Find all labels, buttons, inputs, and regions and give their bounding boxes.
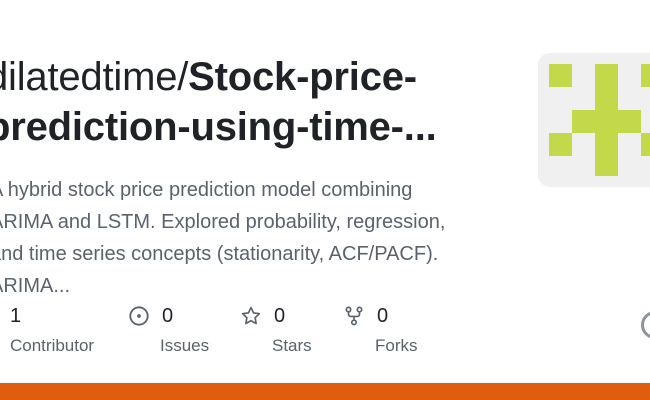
description-line: A hybrid stock price prediction model co… (0, 179, 413, 201)
contributors-count: 1 (10, 304, 22, 327)
repo-owner: dilatedtime/ (0, 55, 189, 99)
stat-stars-top: 0 (240, 300, 312, 332)
repo-title-line-1: dilatedtime/Stock-price- (0, 52, 506, 102)
avatar-pixel (595, 153, 618, 176)
language-bar (0, 383, 650, 400)
issue-opened-icon (129, 306, 149, 326)
repo-title-line-2: prediction-using-time-... (0, 105, 437, 149)
stars-label: Stars (272, 336, 312, 355)
repo-stats: 1 Contributor 0 Issues 0 Stars 0 Forks (0, 300, 650, 360)
description-line: ARIMA... (0, 275, 71, 297)
avatar-pixel (641, 133, 650, 156)
repo-title[interactable]: dilatedtime/Stock-price- prediction-usin… (0, 52, 506, 152)
star-icon (241, 306, 261, 325)
owner-avatar[interactable] (538, 53, 650, 187)
repo-description: A hybrid stock price prediction model co… (0, 174, 500, 302)
issues-count: 0 (162, 304, 174, 327)
forks-count: 0 (377, 304, 389, 327)
stat-forks[interactable]: 0 Forks (343, 300, 418, 360)
issues-label: Issues (160, 336, 210, 355)
stat-stars[interactable]: 0 Stars (240, 300, 312, 360)
forks-label: Forks (375, 336, 418, 355)
stat-issues-top: 0 (128, 300, 209, 332)
stat-issues[interactable]: 0 Issues (128, 300, 209, 360)
repo-name: Stock-price- (188, 55, 417, 99)
avatar-pixel (549, 133, 572, 156)
stat-contributors-top: 1 (10, 300, 94, 332)
stat-forks-top: 0 (343, 300, 418, 332)
stat-contributors[interactable]: 1 Contributor (10, 300, 94, 360)
description-line: ARIMA and LSTM. Explored probability, re… (0, 211, 446, 233)
description-line: and time series concepts (stationarity, … (0, 243, 439, 265)
avatar-pixel (641, 64, 650, 87)
avatar-pixel (595, 87, 618, 110)
avatar-pixel (572, 110, 641, 133)
avatar-pixel (595, 64, 618, 87)
avatar-pixel (549, 64, 572, 87)
contributors-label: Contributor (10, 336, 95, 355)
fork-icon (345, 306, 363, 326)
stars-count: 0 (274, 304, 286, 327)
